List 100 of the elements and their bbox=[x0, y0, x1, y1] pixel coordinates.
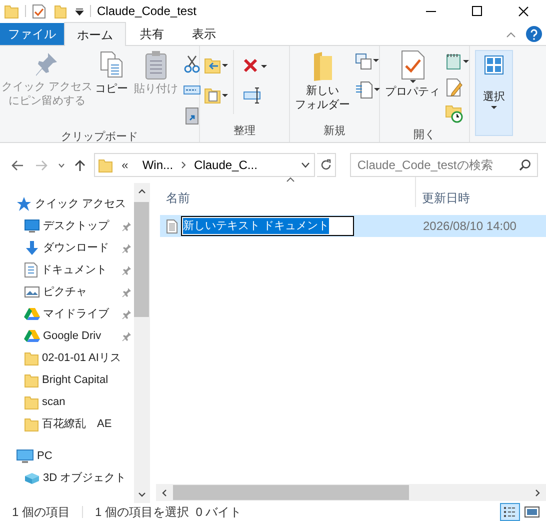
nav-item[interactable]: ドキュメント bbox=[0, 259, 134, 281]
pin-icon bbox=[122, 221, 132, 231]
nav-item[interactable]: Google Driv bbox=[0, 325, 134, 347]
pin-icon bbox=[122, 309, 132, 319]
notepad-icon bbox=[445, 52, 469, 72]
grid-select-icon bbox=[484, 55, 504, 75]
group-label: 新規 bbox=[322, 124, 346, 139]
nav-item[interactable]: PC bbox=[0, 445, 134, 467]
ribbon-tab[interactable]: 表示 bbox=[178, 23, 230, 45]
monitor-icon bbox=[16, 448, 34, 464]
ribbon-tab[interactable]: ホーム bbox=[64, 22, 126, 46]
ribbon-button[interactable]: プロパティ bbox=[383, 50, 442, 99]
pin-icon bbox=[34, 50, 60, 78]
horizontal-scrollbar[interactable] bbox=[156, 484, 546, 501]
scissors-icon bbox=[183, 55, 201, 73]
text-file-icon bbox=[166, 218, 178, 234]
cube-icon bbox=[24, 472, 40, 484]
copy-to-folder-icon bbox=[204, 86, 228, 106]
folder-icon bbox=[24, 372, 39, 388]
dropdown-caret-icon bbox=[491, 106, 497, 108]
file-row[interactable]: 新しいテキスト ドキュメント 2026/08/10 14:00 bbox=[160, 215, 546, 237]
search-icon bbox=[519, 159, 532, 171]
scroll-right-icon bbox=[535, 488, 540, 496]
nav-item[interactable]: マイドライブ bbox=[0, 303, 134, 325]
nav-item[interactable]: Bright Capital bbox=[0, 369, 134, 391]
clipboard-icon bbox=[144, 50, 168, 80]
vertical-scrollbar[interactable] bbox=[134, 183, 149, 503]
breadcrumb[interactable]: Win... bbox=[134, 156, 182, 174]
breadcrumb[interactable]: Claude_C... bbox=[186, 156, 266, 174]
move-to-folder-icon bbox=[204, 56, 228, 76]
scroll-down-icon bbox=[138, 492, 146, 497]
group-label: クリップボード bbox=[60, 130, 139, 145]
properties-check-icon bbox=[400, 50, 426, 80]
nav-item[interactable]: ダウンロード bbox=[0, 237, 134, 259]
details-view-icon bbox=[503, 506, 517, 518]
left-arrow-icon bbox=[11, 160, 24, 170]
document-icon bbox=[24, 262, 38, 278]
star-icon bbox=[16, 196, 32, 212]
help-button[interactable] bbox=[526, 26, 542, 42]
new-folder-icon bbox=[312, 50, 334, 82]
select-button[interactable]: 選択 bbox=[475, 50, 513, 136]
scroll-left-icon bbox=[162, 488, 167, 496]
large-icons-view-icon bbox=[524, 506, 540, 518]
nav-item[interactable]: クイック アクセス bbox=[0, 193, 134, 215]
chevron-down-icon bbox=[58, 162, 65, 168]
group-label: 整理 bbox=[232, 124, 256, 139]
nav-item[interactable]: 02-01-01 AIリス bbox=[0, 347, 134, 369]
ribbon-button[interactable]: コピー bbox=[93, 50, 130, 96]
dropdown-caret-icon[interactable] bbox=[75, 6, 84, 16]
nav-item[interactable]: デスクトップ bbox=[0, 215, 134, 237]
nav-item[interactable]: ピクチャ bbox=[0, 281, 134, 303]
ribbon-tab[interactable]: 共有 bbox=[126, 23, 178, 45]
copy-icon bbox=[98, 50, 124, 80]
address-bar[interactable]: « Win... Claude_C... bbox=[94, 153, 315, 177]
triangle-drive-icon bbox=[24, 307, 40, 321]
nav-item[interactable]: 3D オブジェクト bbox=[0, 467, 134, 489]
rename-field[interactable]: 新しいテキスト ドキュメント bbox=[181, 216, 354, 236]
overflow-chevron[interactable]: « bbox=[116, 156, 134, 174]
sort-ascending-icon bbox=[286, 177, 295, 182]
search-field[interactable]: Claude_Code_testの検索 bbox=[350, 153, 538, 177]
close-icon bbox=[518, 6, 528, 16]
nav-item[interactable]: 百花繚乱 AE bbox=[0, 413, 134, 435]
history-icon bbox=[445, 104, 463, 124]
pin-icon bbox=[122, 287, 132, 297]
new-item-icon bbox=[355, 52, 379, 72]
up-arrow-icon bbox=[74, 158, 86, 172]
properties-check-icon[interactable] bbox=[32, 4, 46, 18]
triangle-drive-icon bbox=[24, 329, 40, 343]
selection-status: 1 個の項目を選択 0 バイト bbox=[95, 504, 242, 521]
refresh-button[interactable] bbox=[316, 153, 336, 177]
pin-icon bbox=[122, 265, 132, 275]
refresh-icon bbox=[320, 159, 332, 171]
question-mark-icon bbox=[530, 28, 538, 40]
shortcut-paste-icon bbox=[183, 107, 201, 125]
column-header[interactable]: 名前 bbox=[160, 177, 415, 207]
easy-access-icon bbox=[355, 80, 380, 100]
scrollbar-thumb[interactable] bbox=[134, 202, 149, 317]
item-count: 1 個の項目 bbox=[12, 504, 70, 521]
breadcrumb-chevron-icon bbox=[181, 161, 186, 169]
folder-icon bbox=[4, 4, 19, 18]
ribbon-tab[interactable]: ファイル bbox=[0, 23, 64, 45]
rename-icon bbox=[243, 86, 263, 106]
window-title: Claude_Code_test bbox=[97, 3, 196, 20]
folder-icon bbox=[98, 158, 113, 172]
ribbon-button[interactable]: 新しい フォルダー bbox=[293, 50, 352, 112]
nav-item[interactable]: scan bbox=[0, 391, 134, 413]
pin-icon bbox=[122, 331, 132, 341]
folder-icon bbox=[24, 350, 39, 366]
pin-icon bbox=[122, 243, 132, 253]
folder-icon bbox=[24, 416, 39, 432]
column-header[interactable]: 更新日時 bbox=[415, 177, 546, 207]
monitor-icon bbox=[24, 219, 40, 233]
down-arrow-icon bbox=[24, 240, 40, 256]
view-toggle[interactable] bbox=[500, 503, 520, 521]
scrollbar-thumb[interactable] bbox=[173, 485, 409, 500]
delete-x-icon bbox=[243, 57, 267, 75]
modified-date: 2026/08/10 14:00 bbox=[422, 218, 516, 235]
group-label: 開く bbox=[412, 128, 436, 143]
right-arrow-icon bbox=[34, 160, 48, 170]
collapse-chevron-icon[interactable] bbox=[506, 30, 516, 38]
